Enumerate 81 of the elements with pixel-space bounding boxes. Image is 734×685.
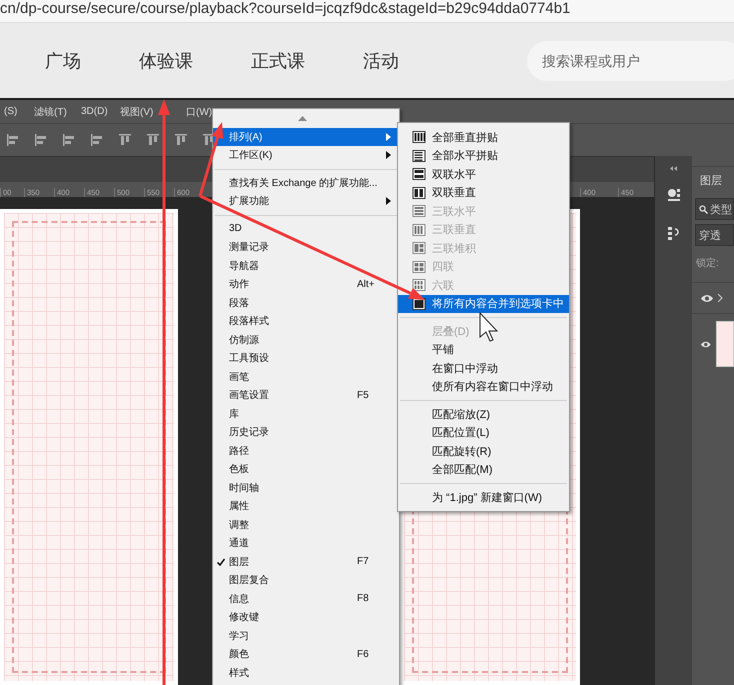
lock-label: 锁定: xyxy=(696,256,720,270)
menu-item[interactable]: 画笔设置 F5 xyxy=(213,386,399,404)
align-icon[interactable] xyxy=(62,133,76,147)
tile-layout-icon xyxy=(412,131,426,144)
menu-item[interactable]: 通道 xyxy=(213,534,399,552)
visibility-eye-icon[interactable] xyxy=(700,340,712,348)
menu-item[interactable]: 色板 xyxy=(213,460,399,478)
address-bar[interactable]: cn/dp-course/secure/course/playback?courseId=jcqzf9dc&stageId=b29c94dda0774b1 xyxy=(0,0,734,22)
menu-item[interactable]: 将所有内容合并到选项卡中 xyxy=(398,294,569,313)
menu-item[interactable]: 历史记录 xyxy=(213,423,399,442)
menu-item[interactable]: 调整 xyxy=(213,516,399,534)
tile-layout-icon xyxy=(412,242,426,254)
menu-item[interactable]: 属性 xyxy=(213,497,399,516)
tile-layout-icon xyxy=(412,168,426,180)
nav-link[interactable]: 正式课 xyxy=(251,48,305,72)
menu-item[interactable]: 动作 Alt+ xyxy=(213,275,399,294)
menu-item[interactable]: 时间轴 xyxy=(213,478,399,497)
menu-item[interactable]: 平铺 xyxy=(398,340,569,359)
menu-bar-item[interactable]: 3D(D) xyxy=(77,106,108,117)
layer-thumbnail xyxy=(716,321,734,367)
menu-item[interactable]: 颜色 F6 xyxy=(213,645,399,664)
menu-item[interactable]: 路径 xyxy=(213,442,399,460)
menu-item[interactable]: 全部水平拼贴 xyxy=(398,146,569,165)
menu-item[interactable]: 在窗口中浮动 xyxy=(398,359,569,378)
align-icon[interactable] xyxy=(174,133,188,147)
menu-item[interactable]: 图层复合 xyxy=(213,571,399,590)
tile-layout-icon xyxy=(412,150,426,162)
menu-item[interactable]: 样式 xyxy=(213,664,399,682)
align-icon[interactable] xyxy=(146,133,160,147)
filter-field[interactable]: 类型 xyxy=(695,198,734,220)
menu-item[interactable]: 3D xyxy=(213,220,399,238)
visibility-eye-icon[interactable] xyxy=(700,294,714,302)
tile-layout-icon xyxy=(412,205,426,218)
menu-item[interactable]: 段落 xyxy=(213,294,399,312)
menu-bar-item[interactable]: 滤镜(T) xyxy=(30,104,67,118)
nav-link[interactable]: 广场 xyxy=(45,48,81,72)
chevron-icon[interactable] xyxy=(718,294,723,302)
collapse-icon[interactable] xyxy=(670,166,678,171)
nav-link[interactable]: 活动 xyxy=(363,48,399,72)
menu-item[interactable]: 段落样式 xyxy=(213,312,399,330)
menu-item[interactable]: 排列(A) xyxy=(213,128,399,146)
search-icon xyxy=(699,204,708,214)
menu-item[interactable]: 全部垂直拼贴 xyxy=(398,128,569,146)
search-field[interactable]: 搜索课程或用户 xyxy=(527,40,734,80)
menu-item[interactable]: 图层 F7 xyxy=(213,552,399,571)
menu-item[interactable]: 工具预设 xyxy=(213,349,399,368)
menu-item[interactable]: 匹配位置(L) xyxy=(398,424,569,442)
menu-bar-item[interactable]: 视图(V) xyxy=(116,104,154,118)
menu-item[interactable]: 导航器 xyxy=(213,256,399,275)
tile-layout-icon xyxy=(412,224,426,236)
menu-item[interactable]: 使所有内容在窗口中浮动 xyxy=(398,378,569,396)
scroll-up-icon[interactable] xyxy=(298,116,306,121)
tile-layout-icon xyxy=(412,186,426,199)
menu-item[interactable]: 测量记录 xyxy=(213,238,399,256)
align-icon[interactable] xyxy=(118,133,132,147)
menu-item[interactable]: 匹配缩放(Z) xyxy=(398,405,569,424)
align-icon[interactable] xyxy=(90,133,104,147)
align-icon[interactable] xyxy=(6,133,20,147)
tile-layout-icon xyxy=(412,279,426,292)
menu-bar-item[interactable]: 口(W) xyxy=(182,104,212,118)
nav-link[interactable]: 体验课 xyxy=(139,48,193,72)
align-icon[interactable] xyxy=(34,133,48,147)
menu-item[interactable]: 库 xyxy=(213,404,399,423)
menu-item[interactable]: 全部匹配(M) xyxy=(398,460,569,479)
menu-item[interactable]: 为 “1.jpg” 新建窗口(W) xyxy=(398,488,569,506)
menu-item[interactable]: 工作区(K) xyxy=(213,146,399,164)
menu-item[interactable]: 仿制源 xyxy=(213,330,399,349)
menu-item[interactable]: 扩展功能 xyxy=(213,192,399,210)
menu-item[interactable]: 信息 F8 xyxy=(213,590,399,608)
tile-layout-icon xyxy=(412,260,426,273)
menu-item[interactable]: 修改键 xyxy=(213,608,399,626)
menu-item[interactable]: 匹配旋转(R) xyxy=(398,442,569,460)
menu-item[interactable]: 双联水平 xyxy=(398,165,569,184)
menu-item[interactable]: 画笔 xyxy=(213,368,399,386)
menu-item[interactable]: 学习 xyxy=(213,626,399,645)
blend-mode-dropdown[interactable]: 穿透 xyxy=(695,224,734,246)
url-text: cn/dp-course/secure/course/playback?courseId=jcqzf9dc&stageId=b29c94dda0774b1 xyxy=(0,0,570,16)
mouse-cursor-icon xyxy=(480,312,498,342)
menu-item[interactable]: 查找有关 Exchange 的扩展功能... xyxy=(213,174,399,192)
menu-bar-item[interactable]: (S) xyxy=(0,106,18,117)
menu-item[interactable]: 双联垂直 xyxy=(398,184,569,202)
